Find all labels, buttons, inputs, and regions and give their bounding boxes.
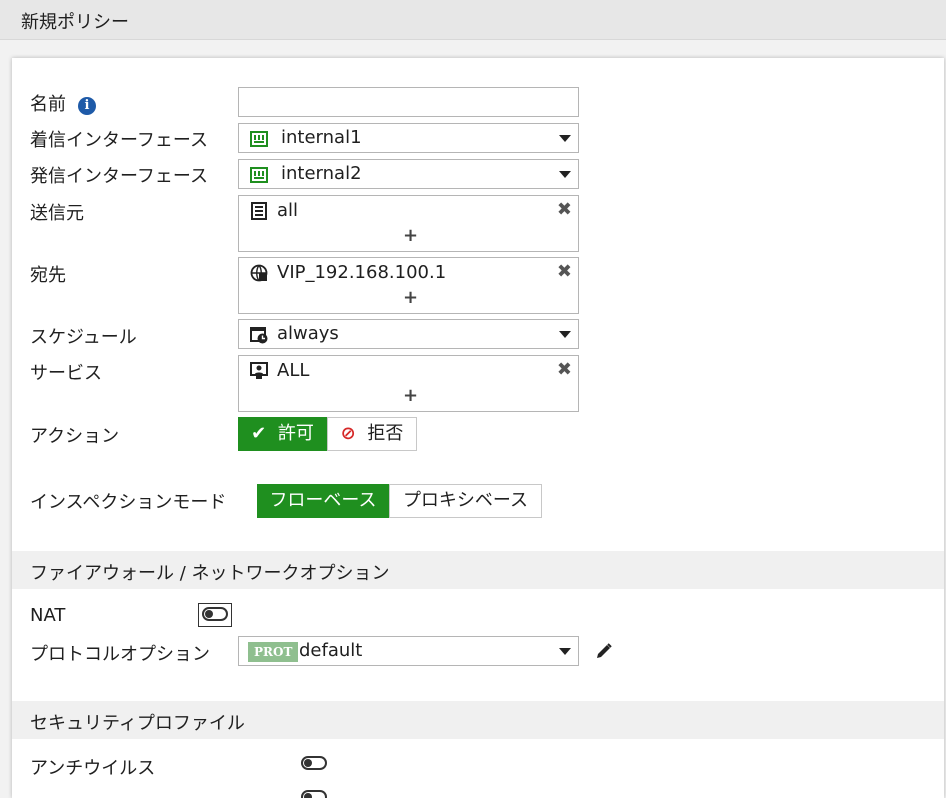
- chevron-down-icon: [559, 135, 571, 142]
- service-label: サービス: [30, 363, 102, 384]
- check-icon: ✔: [251, 423, 267, 444]
- info-icon[interactable]: i: [78, 97, 96, 115]
- outgoing-interface-value: internal2: [281, 163, 362, 184]
- deny-label: 拒否: [367, 423, 404, 444]
- incoming-interface-value: internal1: [281, 127, 362, 148]
- accept-label: 許可: [277, 423, 314, 444]
- add-icon[interactable]: +: [403, 227, 418, 245]
- remove-icon[interactable]: ✖: [557, 361, 572, 379]
- flow-based-button[interactable]: フローベース: [257, 484, 389, 518]
- antivirus-toggle[interactable]: [301, 756, 327, 770]
- name-label: 名前: [30, 94, 66, 115]
- source-field[interactable]: all ✖ +: [238, 195, 579, 252]
- remove-icon[interactable]: ✖: [557, 201, 572, 219]
- destination-label: 宛先: [30, 265, 66, 286]
- remove-icon[interactable]: ✖: [557, 263, 572, 281]
- deny-icon: ⊘: [340, 423, 356, 444]
- chevron-down-icon: [559, 331, 571, 338]
- section-title: ファイアウォール / ネットワークオプション: [30, 563, 390, 584]
- accept-button[interactable]: ✔ 許可: [238, 417, 327, 451]
- incoming-interface-select[interactable]: internal1: [238, 123, 579, 153]
- service-field[interactable]: ALL ✖ +: [238, 355, 579, 412]
- service-value: ALL: [277, 360, 310, 381]
- edit-pencil-icon[interactable]: [595, 642, 613, 660]
- schedule-label: スケジュール: [30, 327, 137, 348]
- protocol-options-label: プロトコルオプション: [30, 644, 210, 665]
- nat-toggle[interactable]: [198, 603, 232, 627]
- next-profile-toggle[interactable]: [301, 790, 327, 798]
- title-bar: 新規ポリシー: [0, 0, 946, 40]
- prot-badge: PROT: [248, 642, 299, 662]
- vip-globe-icon: [250, 264, 268, 282]
- outgoing-interface-select[interactable]: internal2: [238, 159, 579, 189]
- add-icon[interactable]: +: [403, 387, 418, 405]
- protocol-options-select[interactable]: PROT default: [238, 636, 579, 666]
- firewall-network-section-header: ファイアウォール / ネットワークオプション: [12, 551, 944, 589]
- address-icon: [251, 202, 267, 220]
- antivirus-label: アンチウイルス: [30, 758, 156, 779]
- service-monitor-icon: [250, 362, 268, 379]
- proxy-based-button[interactable]: プロキシベース: [389, 484, 542, 518]
- page-title: 新規ポリシー: [21, 12, 129, 33]
- source-label: 送信元: [30, 203, 84, 224]
- policy-form-panel: 名前 i 着信インターフェース internal1 発信インターフェース inte…: [12, 58, 944, 798]
- name-label-row: 名前 i: [30, 90, 96, 116]
- protocol-options-value: default: [299, 640, 363, 661]
- chevron-down-icon: [559, 648, 571, 655]
- chevron-down-icon: [559, 171, 571, 178]
- toggle-off-icon: [202, 607, 228, 621]
- action-label: アクション: [30, 426, 120, 447]
- schedule-value: always: [277, 323, 339, 344]
- section-title: セキュリティプロファイル: [30, 713, 245, 734]
- security-profiles-section-header: セキュリティプロファイル: [12, 701, 944, 739]
- outgoing-interface-label: 発信インターフェース: [30, 166, 209, 187]
- destination-value: VIP_192.168.100.1: [277, 262, 447, 283]
- deny-button[interactable]: ⊘ 拒否: [327, 417, 417, 451]
- schedule-clock-icon: [250, 327, 268, 344]
- source-value: all: [277, 200, 299, 221]
- schedule-select[interactable]: always: [238, 319, 579, 349]
- interface-port-icon: [250, 131, 268, 147]
- inspection-mode-label: インスペクションモード: [30, 492, 227, 513]
- incoming-interface-label: 着信インターフェース: [30, 130, 209, 151]
- name-input[interactable]: [238, 87, 579, 117]
- destination-field[interactable]: VIP_192.168.100.1 ✖ +: [238, 257, 579, 314]
- nat-label: NAT: [30, 605, 66, 626]
- add-icon[interactable]: +: [403, 289, 418, 307]
- interface-port-icon: [250, 167, 268, 183]
